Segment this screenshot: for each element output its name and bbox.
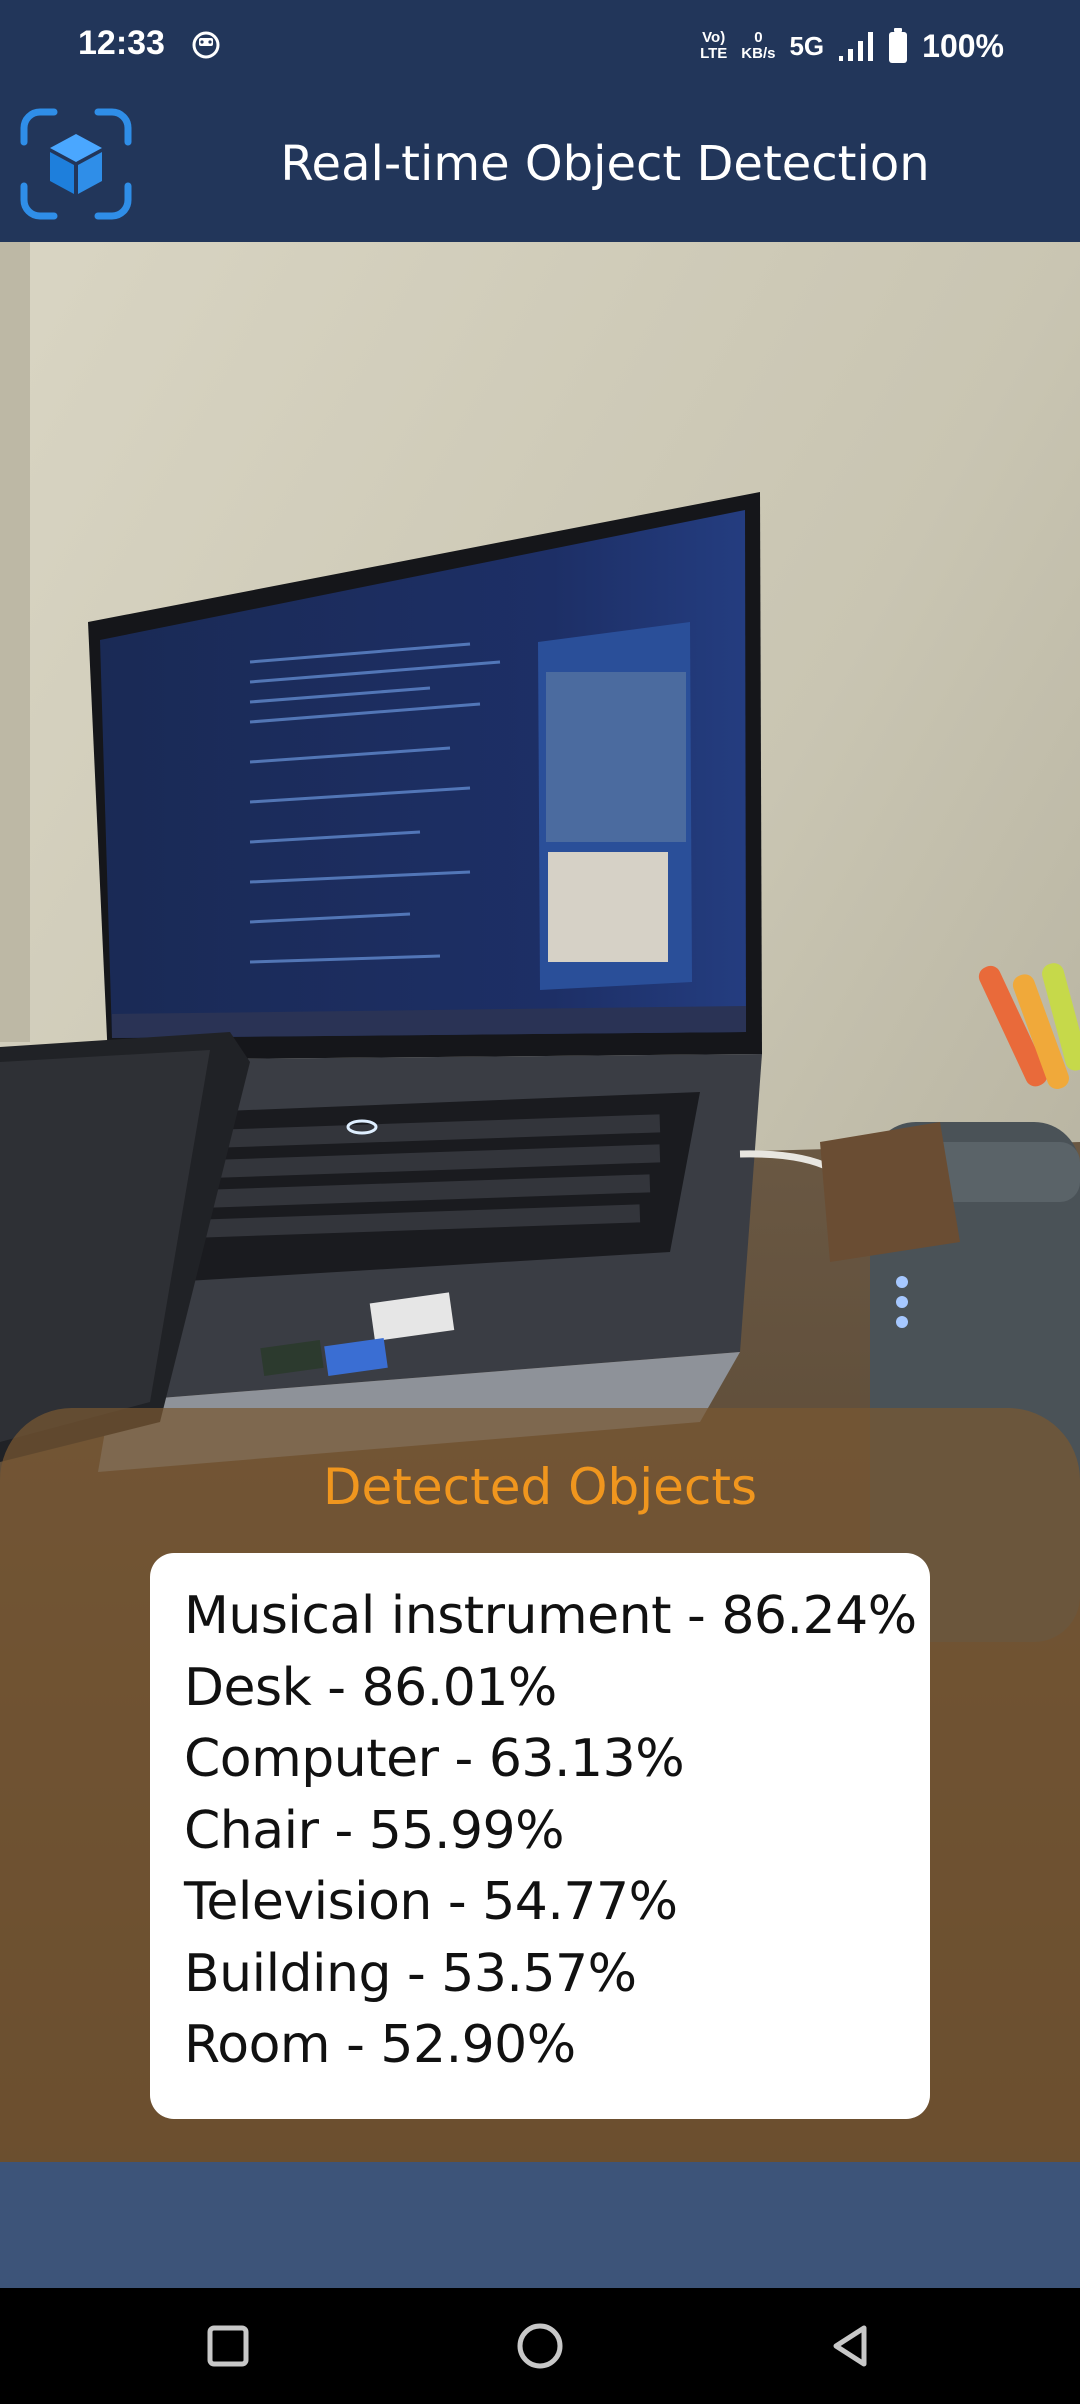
network-speed: 0 KB/s <box>741 30 775 62</box>
triangle-back-icon[interactable] <box>824 2318 880 2374</box>
status-time: 12:33 <box>78 24 165 62</box>
detected-objects-panel: Detected Objects Musical instrument - 86… <box>0 1408 1080 2162</box>
app-title: Real-time Object Detection <box>280 136 930 192</box>
circle-icon[interactable] <box>512 2318 568 2374</box>
cube-scan-icon <box>20 108 132 220</box>
system-nav-bar <box>0 2288 1080 2404</box>
battery-icon <box>889 28 908 63</box>
volte-top: Vo) <box>702 29 726 46</box>
network-type: 5G <box>789 30 825 61</box>
battery-percent: 100% <box>922 27 1004 64</box>
bottom-band <box>0 2162 1080 2288</box>
list-item: Computer - 63.13% <box>184 1729 685 1789</box>
status-indicators: Vo) LTE 0 KB/s 5G 100% <box>700 18 1004 74</box>
list-item: Chair - 55.99% <box>184 1800 565 1861</box>
detected-objects-list: Musical instrument - 86.24% Desk - 86.01… <box>150 1553 930 2119</box>
list-item: Television - 54.77% <box>184 1872 678 1932</box>
volte-indicator: Vo) LTE <box>700 30 727 62</box>
list-item: Musical instrument - 86.24% <box>184 1586 917 1646</box>
list-item: Building - 53.57% <box>184 1943 637 2004</box>
detected-objects-title: Detected Objects <box>322 1458 757 1516</box>
list-item: Desk - 86.01% <box>184 1657 557 1718</box>
speed-unit: KB/s <box>741 45 776 62</box>
volte-bottom: LTE <box>700 45 728 62</box>
notification-app-icon <box>192 31 220 59</box>
app-bar: Real-time Object Detection <box>0 92 1080 242</box>
signal-icon <box>839 32 874 61</box>
status-bar: 12:33 Vo) LTE 0 KB/s 5G 100% <box>0 0 1080 92</box>
square-icon[interactable] <box>200 2318 256 2374</box>
list-item: Room - 52.90% <box>184 2015 576 2075</box>
speed-value: 0 <box>754 29 763 46</box>
